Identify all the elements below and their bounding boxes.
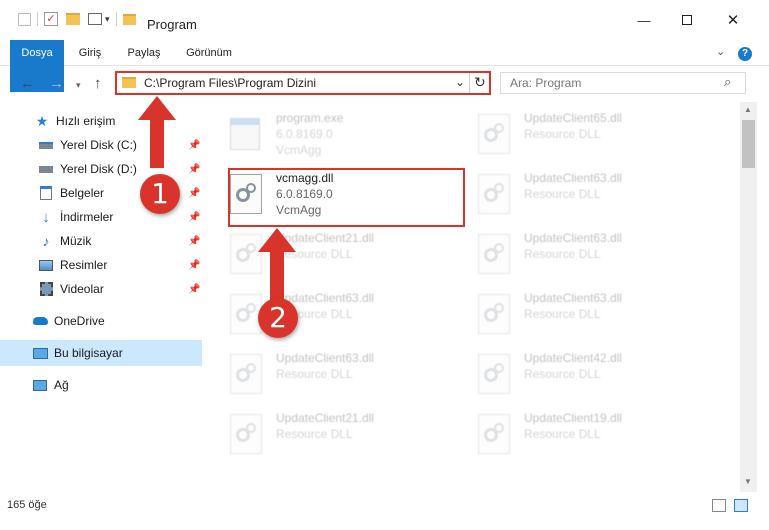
arrow-up-to-dll-file <box>258 228 296 300</box>
arrow-up-to-address-bar <box>138 96 176 168</box>
annotation-arrows <box>138 96 296 300</box>
step-badge-2: 2 <box>258 298 298 338</box>
step-badge-1: 1 <box>140 174 180 214</box>
file-explorer-window: ✓ ▾ Program — ✕ Dosya Giriş Paylaş Görün… <box>0 0 769 530</box>
